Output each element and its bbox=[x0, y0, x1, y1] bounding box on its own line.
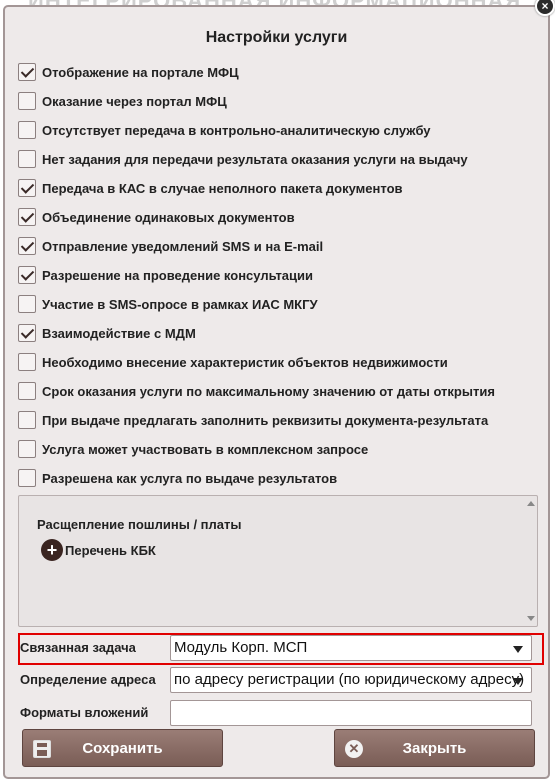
option-row[interactable]: Взаимодействие с МДМ bbox=[18, 323, 196, 343]
option-label: Отправление уведомлений SMS и на E-mail bbox=[42, 238, 324, 254]
option-checkbox[interactable] bbox=[18, 295, 36, 313]
attachment-formats-label: Форматы вложений bbox=[20, 705, 149, 720]
service-settings-dialog: Настройки услуги Отображение на портале … bbox=[3, 5, 550, 779]
fee-split-scrollbar[interactable] bbox=[526, 497, 536, 625]
save-button-label: Сохранить bbox=[82, 739, 163, 757]
option-label: Необходимо внесение характеристик объект… bbox=[42, 354, 448, 370]
fee-split-panel: Расщепление пошлины / платы + Перечень К… bbox=[18, 495, 538, 627]
option-label: Объединение одинаковых документов bbox=[42, 209, 295, 225]
option-label: Участие в SMS-опросе в рамках ИАС МКГУ bbox=[42, 296, 318, 312]
dialog-title: Настройки услуги bbox=[205, 29, 348, 46]
option-label: Разрешена как услуга по выдаче результат… bbox=[42, 470, 338, 486]
address-definition-select[interactable]: по адресу регистрации (по юридическому а… bbox=[170, 667, 532, 693]
option-checkbox[interactable] bbox=[18, 92, 36, 110]
option-label: Отображение на портале МФЦ bbox=[42, 64, 239, 80]
dialog-close-icon[interactable]: × bbox=[535, 0, 555, 16]
attachment-formats-row: Форматы вложений bbox=[18, 699, 538, 727]
option-checkbox[interactable] bbox=[18, 150, 36, 168]
option-row[interactable]: Отсутствует передача в контрольно-аналит… bbox=[18, 120, 431, 140]
option-label: При выдаче предлагать заполнить реквизит… bbox=[42, 412, 489, 428]
kbk-list-button[interactable]: + Перечень КБК bbox=[41, 539, 156, 561]
option-checkbox[interactable] bbox=[18, 63, 36, 81]
option-row[interactable]: Срок оказания услуги по максимальному зн… bbox=[18, 381, 495, 401]
option-row[interactable]: При выдаче предлагать заполнить реквизит… bbox=[18, 410, 488, 430]
option-checkbox[interactable] bbox=[18, 208, 36, 226]
option-row[interactable]: Оказание через портал МФЦ bbox=[18, 91, 227, 111]
option-row[interactable]: Участие в SMS-опросе в рамках ИАС МКГУ bbox=[18, 294, 318, 314]
option-checkbox[interactable] bbox=[18, 353, 36, 371]
option-label: Взаимодействие с МДМ bbox=[42, 325, 196, 341]
address-definition-value: по адресу регистрации (по юридическому а… bbox=[174, 671, 525, 688]
option-row[interactable]: Передача в КАС в случае неполного пакета… bbox=[18, 178, 403, 198]
close-button[interactable]: ✕ Закрыть bbox=[334, 729, 535, 767]
option-label: Услуга может участвовать в комплексном з… bbox=[42, 441, 369, 457]
address-definition-label: Определение адреса bbox=[20, 672, 156, 687]
save-button[interactable]: Сохранить bbox=[22, 729, 223, 767]
option-label: Передача в КАС в случае неполного пакета… bbox=[42, 180, 403, 196]
scroll-up-icon[interactable] bbox=[527, 501, 535, 506]
option-checkbox[interactable] bbox=[18, 121, 36, 139]
option-checkbox[interactable] bbox=[18, 266, 36, 284]
close-icon: ✕ bbox=[345, 740, 363, 758]
related-task-highlight bbox=[18, 633, 544, 665]
scroll-down-icon[interactable] bbox=[527, 616, 535, 621]
option-label: Срок оказания услуги по максимальному зн… bbox=[42, 383, 495, 399]
option-checkbox[interactable] bbox=[18, 469, 36, 487]
option-row[interactable]: Услуга может участвовать в комплексном з… bbox=[18, 439, 368, 459]
option-checkbox[interactable] bbox=[18, 237, 36, 255]
address-definition-row: Определение адреса по адресу регистрации… bbox=[18, 666, 538, 694]
option-checkbox[interactable] bbox=[18, 440, 36, 458]
option-checkbox[interactable] bbox=[18, 382, 36, 400]
option-checkbox[interactable] bbox=[18, 324, 36, 342]
option-row[interactable]: Отправление уведомлений SMS и на E-mail bbox=[18, 236, 323, 256]
save-icon bbox=[33, 740, 51, 758]
option-row[interactable]: Нет задания для передачи результата оказ… bbox=[18, 149, 468, 169]
option-label: Оказание через портал МФЦ bbox=[42, 93, 227, 109]
option-row[interactable]: Объединение одинаковых документов bbox=[18, 207, 295, 227]
attachment-formats-input[interactable] bbox=[170, 700, 532, 726]
option-checkbox[interactable] bbox=[18, 179, 36, 197]
close-button-label: Закрыть bbox=[402, 739, 467, 757]
fee-split-title: Расщепление пошлины / платы bbox=[37, 517, 242, 532]
option-row[interactable]: Разрешение на проведение консультации bbox=[18, 265, 313, 285]
plus-circle-icon[interactable]: + bbox=[41, 539, 63, 561]
option-row[interactable]: Разрешена как услуга по выдаче результат… bbox=[18, 468, 337, 488]
option-label: Разрешение на проведение консультации bbox=[42, 267, 314, 283]
option-row[interactable]: Отображение на портале МФЦ bbox=[18, 62, 239, 82]
option-checkbox[interactable] bbox=[18, 411, 36, 429]
kbk-list-label: Перечень КБК bbox=[65, 542, 156, 558]
option-label: Нет задания для передачи результата оказ… bbox=[42, 151, 468, 167]
option-row[interactable]: Необходимо внесение характеристик объект… bbox=[18, 352, 448, 372]
option-label: Отсутствует передача в контрольно-аналит… bbox=[42, 122, 431, 138]
chevron-down-icon[interactable] bbox=[513, 678, 523, 685]
